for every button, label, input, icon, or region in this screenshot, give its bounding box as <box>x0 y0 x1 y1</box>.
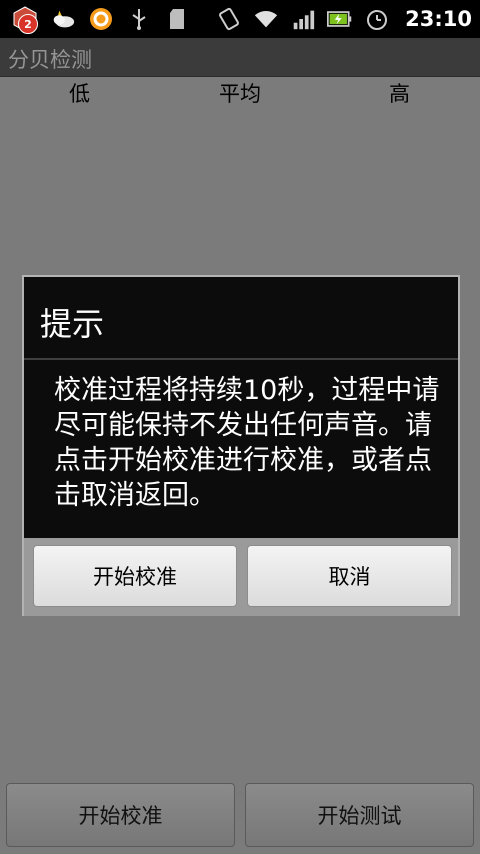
app-title-bar: 分贝检测 <box>0 38 480 77</box>
signal-icon <box>290 6 316 32</box>
cancel-button[interactable]: 取消 <box>247 545 452 607</box>
average-label: 平均 <box>219 82 261 106</box>
dialog-divider <box>24 358 458 360</box>
low-label: 低 <box>69 82 90 106</box>
app-title: 分贝检测 <box>8 48 92 72</box>
high-label: 高 <box>389 82 410 106</box>
sdcard-icon <box>164 6 190 32</box>
vibrate-icon <box>216 6 242 32</box>
dialog-title: 提示 <box>40 305 105 343</box>
status-bar: 2 23:10 <box>0 0 480 38</box>
weather-icon <box>50 6 76 32</box>
browser-icon <box>88 6 114 32</box>
app-badge-icon: 2 <box>12 6 38 34</box>
alarm-icon <box>364 6 390 32</box>
start-test-button[interactable]: 开始测试 <box>245 783 474 847</box>
status-clock: 23:10 <box>405 7 472 31</box>
dialog-message: 校准过程将持续10秒，过程中请尽可能保持不发出任何声音。请点击开始校准进行校准，… <box>54 375 440 511</box>
start-calibration-button[interactable]: 开始校准 <box>33 545 237 607</box>
battery-charging-icon <box>327 6 353 32</box>
wifi-icon <box>253 6 279 32</box>
bottom-action-bar: 开始校准 开始测试 <box>0 776 480 854</box>
calibrate-button[interactable]: 开始校准 <box>6 783 235 847</box>
notification-count: 2 <box>18 14 38 34</box>
usb-icon <box>126 6 152 32</box>
calibration-dialog: 提示 校准过程将持续10秒，过程中请尽可能保持不发出任何声音。请点击开始校准进行… <box>22 275 460 616</box>
dialog-button-bar: 开始校准 取消 <box>24 538 458 616</box>
